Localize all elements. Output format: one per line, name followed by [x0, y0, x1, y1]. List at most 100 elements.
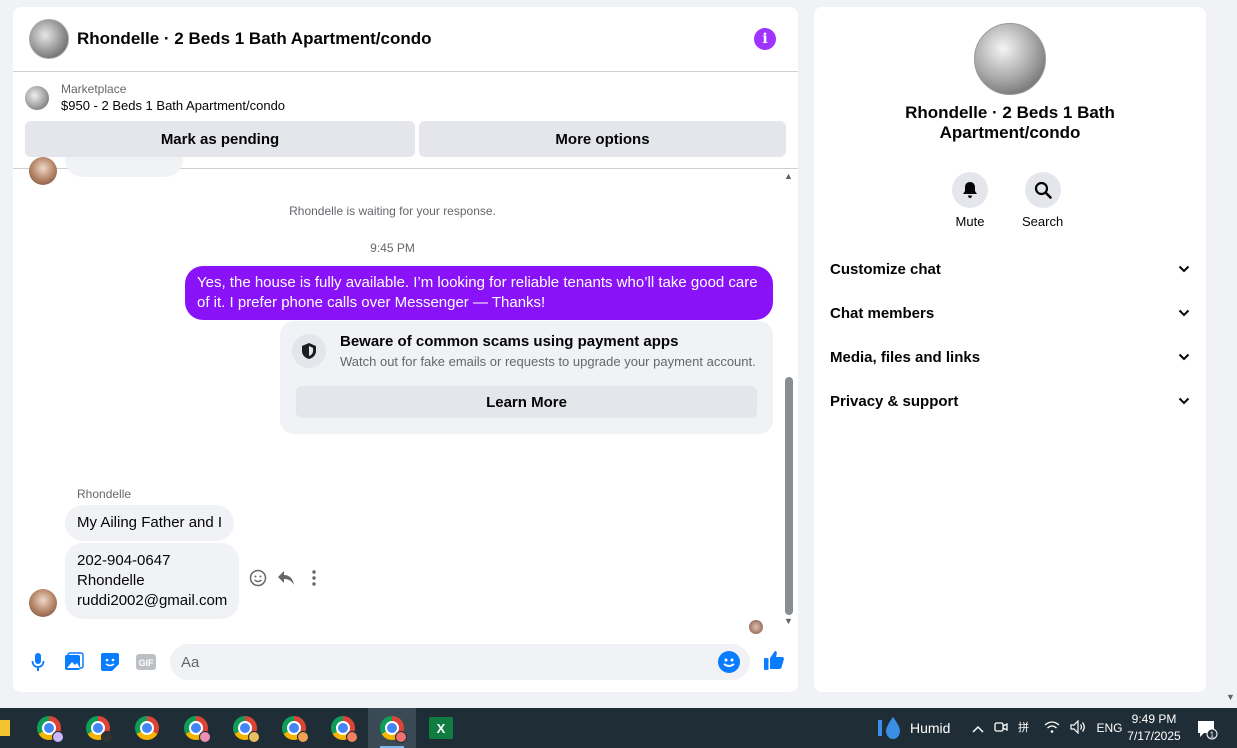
chrome-icon — [233, 716, 260, 743]
chrome-icon — [37, 716, 64, 743]
clock-time: 9:49 PM — [1131, 712, 1177, 726]
input-method-icon[interactable]: 拼 — [1018, 720, 1034, 737]
volume-icon[interactable] — [1070, 719, 1086, 737]
weather-label[interactable]: Humid — [910, 720, 950, 736]
marketplace-bar: Marketplace $950 - 2 Beds 1 Bath Apartme… — [13, 72, 798, 169]
notification-icon[interactable]: 1 — [1196, 718, 1218, 745]
file-explorer-icon[interactable] — [0, 720, 10, 736]
section-label: Chat members — [830, 304, 935, 322]
clock-date: 7/17/2025 — [1127, 729, 1181, 743]
incoming-message[interactable]: My Ailing Father and I — [65, 505, 235, 541]
section-label: Customize chat — [830, 260, 941, 278]
taskbar-chrome-4[interactable] — [172, 708, 220, 748]
info-icon[interactable]: i — [754, 28, 776, 50]
taskbar: X Humid 拼 ENG 9:49 PM 7/17/2025 1 — [0, 708, 1237, 748]
taskbar-excel[interactable]: X — [417, 708, 465, 748]
scrollbar-thumb[interactable] — [785, 377, 793, 615]
microphone-icon[interactable] — [27, 651, 49, 673]
notification-count: 1 — [1210, 731, 1215, 740]
taskbar-chrome-1[interactable] — [25, 708, 73, 748]
sender-name: Rhondelle — [77, 487, 132, 501]
listing-avatar-large[interactable] — [974, 23, 1046, 95]
section-label: Media, files and links — [830, 348, 981, 366]
chevron-up-icon[interactable] — [972, 721, 984, 736]
section-media-files-links[interactable]: Media, files and links — [814, 335, 1206, 379]
shield-icon — [292, 334, 326, 368]
system-tray: Humid 拼 ENG — [876, 708, 1122, 748]
scroll-up-arrow[interactable]: ▲ — [784, 171, 793, 181]
mute-button[interactable]: Mute — [952, 172, 988, 229]
avatar — [29, 157, 57, 185]
section-chat-members[interactable]: Chat members — [814, 291, 1206, 335]
listing-thumbnail[interactable] — [25, 85, 49, 110]
message-timestamp: 9:45 PM — [370, 241, 415, 255]
section-customize-chat[interactable]: Customize chat — [814, 247, 1206, 291]
marketplace-label: Marketplace — [61, 82, 127, 96]
search-icon — [1024, 172, 1061, 208]
search-button[interactable]: Search — [1022, 172, 1063, 229]
learn-more-button[interactable]: Learn More — [296, 386, 757, 418]
message-line: ruddi2002@gmail.com — [77, 592, 228, 609]
message-actions — [249, 569, 323, 587]
message-line: Rhondelle — [77, 572, 145, 589]
chrome-icon — [86, 716, 113, 743]
chrome-icon — [135, 716, 159, 740]
listing-avatar[interactable] — [29, 19, 69, 59]
message-list: Rhondelle is waiting for your response. … — [13, 157, 798, 634]
more-options-button[interactable]: More options — [419, 121, 786, 157]
gif-icon[interactable]: GIF — [135, 651, 157, 673]
message-input-wrapper — [170, 644, 750, 680]
scroll-down-arrow[interactable]: ▼ — [784, 616, 793, 626]
scam-warning-card: Beware of common scams using payment app… — [280, 321, 773, 434]
info-title: Rhondelle · 2 Beds 1 Bath Apartment/cond… — [905, 103, 1115, 142]
chat-title[interactable]: Rhondelle · 2 Beds 1 Bath Apartment/cond… — [77, 29, 754, 49]
message-line: 202-904-0647 — [77, 552, 171, 569]
avatar[interactable] — [29, 589, 57, 617]
emoji-icon[interactable] — [718, 651, 740, 673]
svg-text:GIF: GIF — [139, 658, 155, 668]
listing-price[interactable]: $950 - 2 Beds 1 Bath Apartment/condo — [61, 98, 285, 113]
sticker-icon[interactable] — [99, 651, 121, 673]
taskbar-chrome-3[interactable] — [123, 708, 171, 748]
taskbar-chrome-6[interactable] — [270, 708, 318, 748]
more-icon[interactable] — [305, 569, 323, 587]
search-label: Search — [1022, 214, 1064, 229]
photo-icon[interactable] — [63, 651, 85, 673]
warning-title: Beware of common scams using payment app… — [340, 333, 679, 350]
message-input[interactable] — [181, 653, 701, 671]
taskbar-chrome-7[interactable] — [319, 708, 367, 748]
weather-icon[interactable] — [876, 716, 906, 740]
outgoing-message[interactable]: Yes, the house is fully available. I’m l… — [185, 266, 773, 320]
mark-pending-button[interactable]: Mark as pending — [25, 121, 415, 157]
chevron-down-icon — [1178, 265, 1190, 273]
read-receipt-avatar — [749, 620, 763, 634]
like-icon[interactable] — [763, 649, 785, 676]
taskbar-chrome-2[interactable] — [74, 708, 122, 748]
chrome-icon — [380, 716, 407, 743]
react-icon[interactable] — [249, 569, 267, 587]
reply-icon[interactable] — [277, 569, 295, 587]
taskbar-chrome-active[interactable] — [368, 708, 416, 748]
meet-icon[interactable] — [994, 720, 1009, 737]
warning-subtitle: Watch out for fake emails or requests to… — [340, 354, 756, 369]
svg-text:拼: 拼 — [1018, 720, 1029, 734]
quick-actions: Mute Search — [952, 172, 1063, 229]
mute-label: Mute — [955, 214, 985, 229]
message-composer: GIF — [13, 642, 798, 682]
excel-icon: X — [429, 717, 453, 739]
page-scroll-down-arrow[interactable]: ▼ — [1226, 692, 1235, 702]
clock[interactable]: 9:49 PM 7/17/2025 — [1124, 711, 1184, 745]
taskbar-chrome-5[interactable] — [221, 708, 269, 748]
wifi-icon[interactable] — [1044, 720, 1060, 737]
chat-info-panel: Rhondelle · 2 Beds 1 Bath Apartment/cond… — [814, 7, 1206, 692]
chrome-icon — [282, 716, 309, 743]
chevron-down-icon — [1178, 309, 1190, 317]
section-privacy-support[interactable]: Privacy & support — [814, 379, 1206, 423]
chrome-icon — [184, 716, 211, 743]
chrome-icon — [331, 716, 358, 743]
section-label: Privacy & support — [830, 392, 959, 410]
chat-panel: Rhondelle · 2 Beds 1 Bath Apartment/cond… — [13, 7, 798, 692]
chevron-down-icon — [1178, 353, 1190, 361]
incoming-message[interactable]: 202-904-0647 Rhondelle ruddi2002@gmail.c… — [65, 543, 240, 619]
language-indicator[interactable]: ENG — [1096, 721, 1122, 735]
